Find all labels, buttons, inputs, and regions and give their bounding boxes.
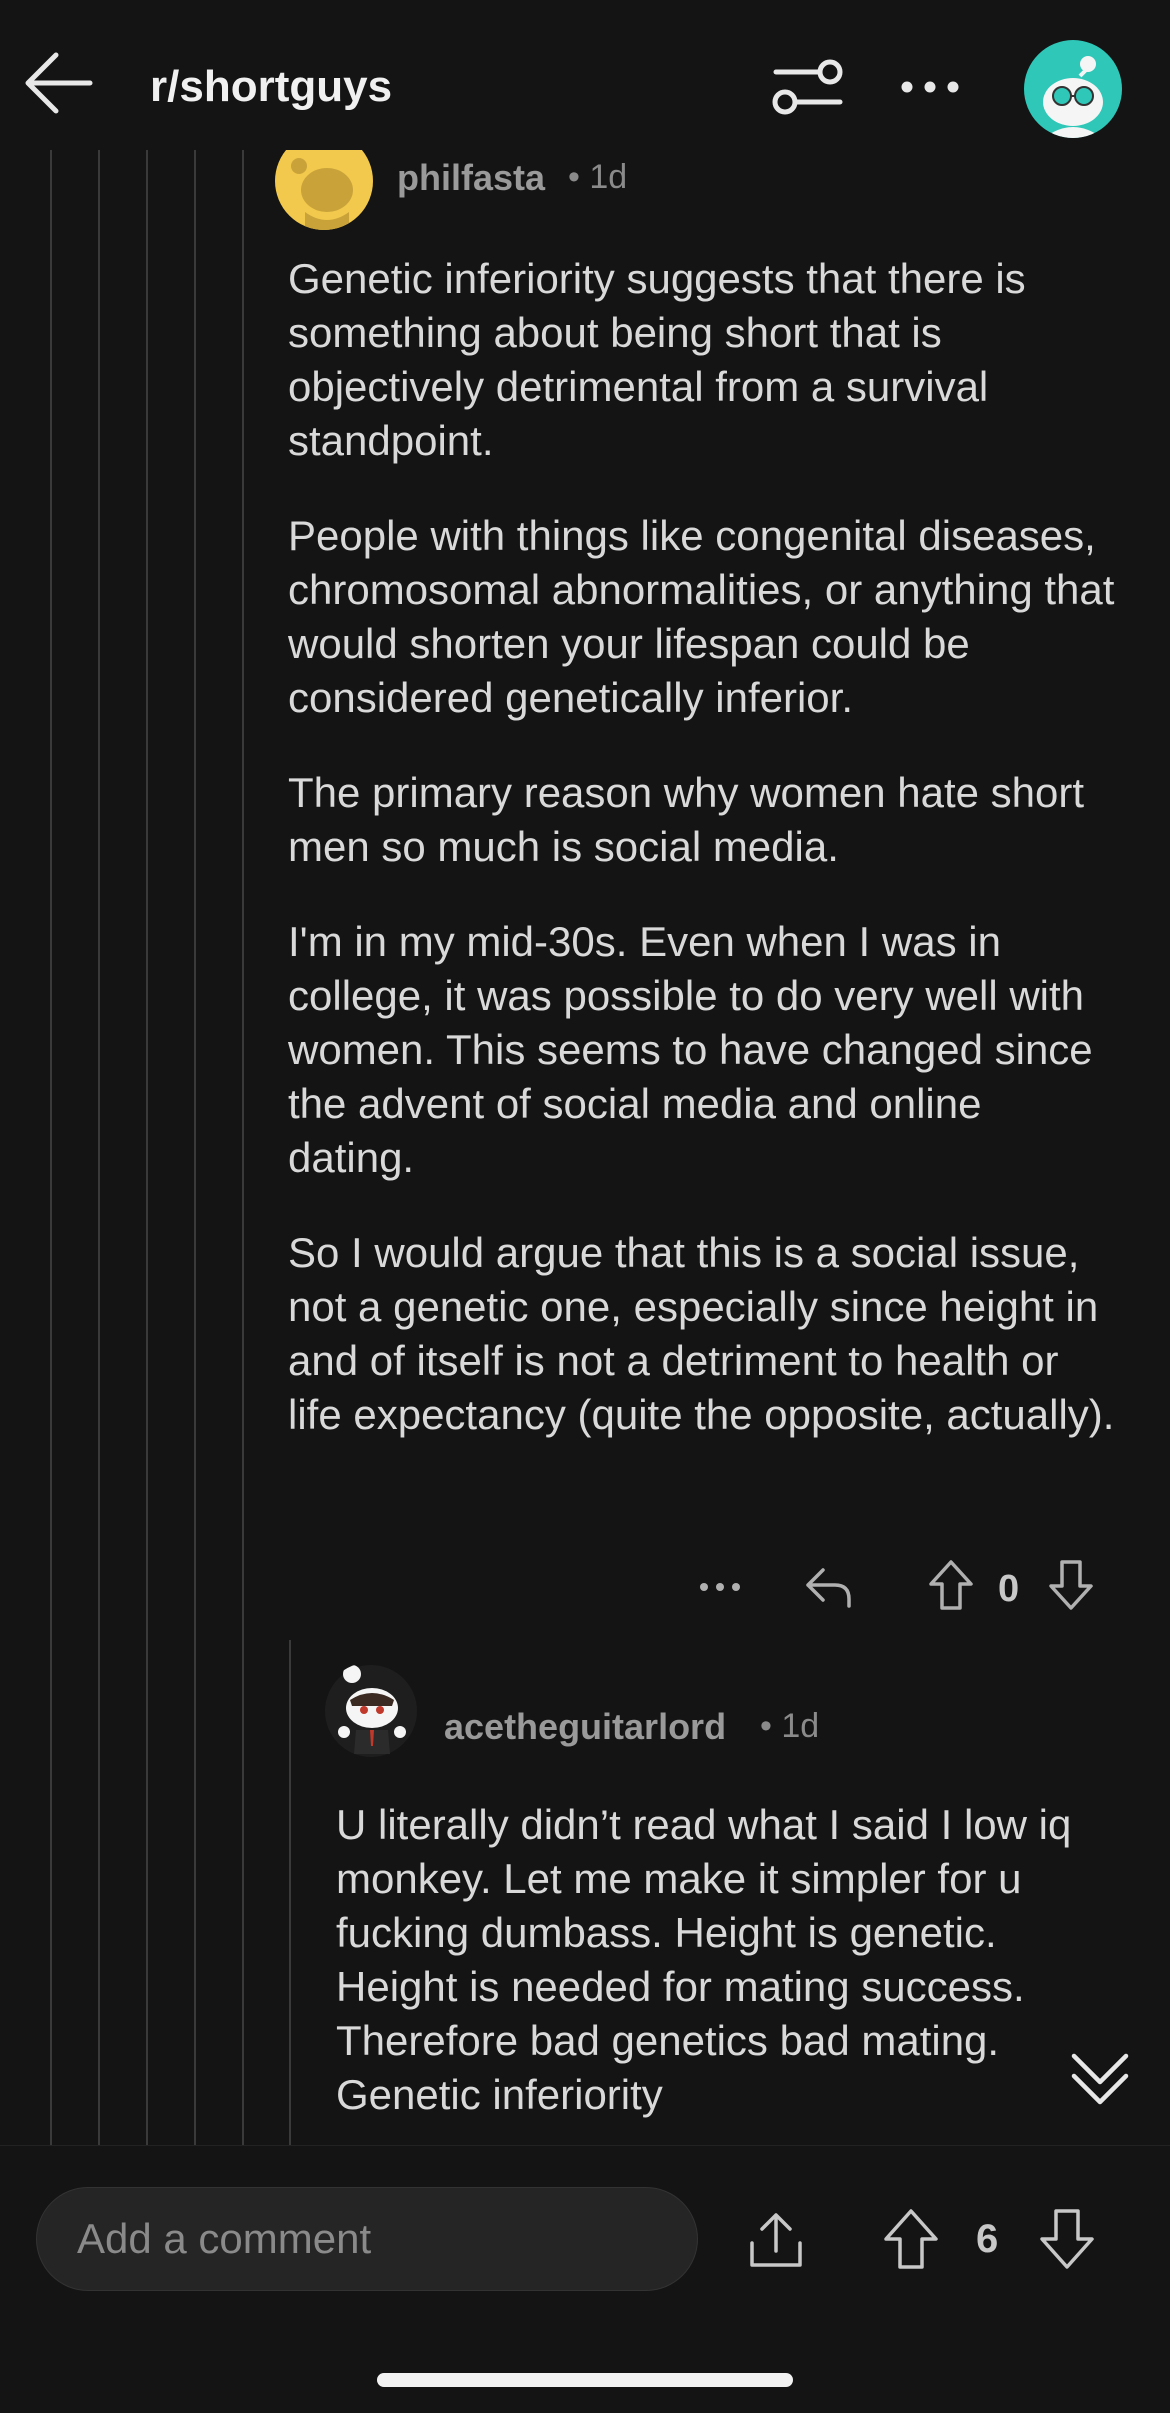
reply-button[interactable]	[800, 1562, 856, 1612]
comment-paragraph: The primary reason why women hate short …	[288, 769, 1085, 870]
comment-paragraph: So I would argue that this is a social i…	[288, 1229, 1115, 1438]
snoo-avatar-icon	[325, 1665, 417, 1757]
upvote-button[interactable]	[926, 1558, 976, 1612]
comment-username[interactable]: acetheguitarlord	[444, 1706, 726, 1748]
more-icon	[901, 81, 959, 93]
comment-body: Genetic inferiority suggests that there …	[288, 252, 1118, 1483]
comment-paragraph: U literally didn’t read what I said I lo…	[336, 1801, 1072, 2118]
top-app-bar: r/shortguys	[0, 0, 1170, 150]
thread-line[interactable]	[289, 1640, 291, 2145]
reply-icon	[806, 1568, 851, 1608]
share-icon	[750, 2213, 802, 2267]
post-vote-count: 6	[976, 2217, 999, 2261]
filter-icon	[772, 59, 843, 115]
downvote-icon	[1049, 1560, 1093, 1610]
upvote-icon	[884, 2209, 938, 2269]
thread-line[interactable]	[146, 140, 148, 2145]
user-avatar-button[interactable]	[1024, 40, 1122, 138]
comment-paragraph: Genetic inferiority suggests that there …	[288, 255, 1026, 464]
thread-line[interactable]	[242, 140, 244, 2145]
thread-line[interactable]	[194, 140, 196, 2145]
comment-time-value: 1d	[781, 1707, 820, 1745]
share-button[interactable]	[744, 2208, 808, 2272]
comment-paragraph: I'm in my mid-30s. Even when I was in co…	[288, 918, 1093, 1181]
back-arrow-icon	[25, 52, 93, 114]
filter-button[interactable]	[770, 52, 844, 120]
comment-time-value: 1d	[589, 158, 628, 196]
home-indicator[interactable]	[377, 2373, 793, 2387]
comment-body: U literally didn’t read what I said I lo…	[336, 1798, 1126, 2163]
thread-line[interactable]	[50, 140, 52, 2145]
chevron-double-down-icon	[1071, 2053, 1129, 2105]
more-options-button[interactable]	[895, 62, 965, 112]
back-button[interactable]	[22, 46, 96, 120]
comment-more-button[interactable]	[690, 1566, 750, 1608]
thread-line[interactable]	[98, 140, 100, 2145]
comment-vote-count: 0	[998, 1568, 1020, 1610]
more-icon	[700, 1583, 740, 1591]
downvote-icon	[1040, 2209, 1094, 2269]
comment-time: • 1d	[568, 158, 628, 196]
comment-username[interactable]: philfasta	[397, 157, 545, 199]
post-upvote-button[interactable]	[880, 2206, 942, 2272]
downvote-button[interactable]	[1046, 1558, 1096, 1612]
comment-time: • 1d	[760, 1707, 820, 1745]
post-downvote-button[interactable]	[1036, 2206, 1098, 2272]
next-comment-button[interactable]	[1064, 2042, 1136, 2114]
user-avatar-icon	[1043, 56, 1103, 138]
upvote-icon	[929, 1560, 973, 1610]
subreddit-title[interactable]: r/shortguys	[150, 62, 392, 112]
commenter-avatar[interactable]	[322, 1662, 420, 1760]
add-comment-input[interactable]	[36, 2187, 698, 2291]
comment-paragraph: People with things like congenital disea…	[288, 512, 1115, 721]
